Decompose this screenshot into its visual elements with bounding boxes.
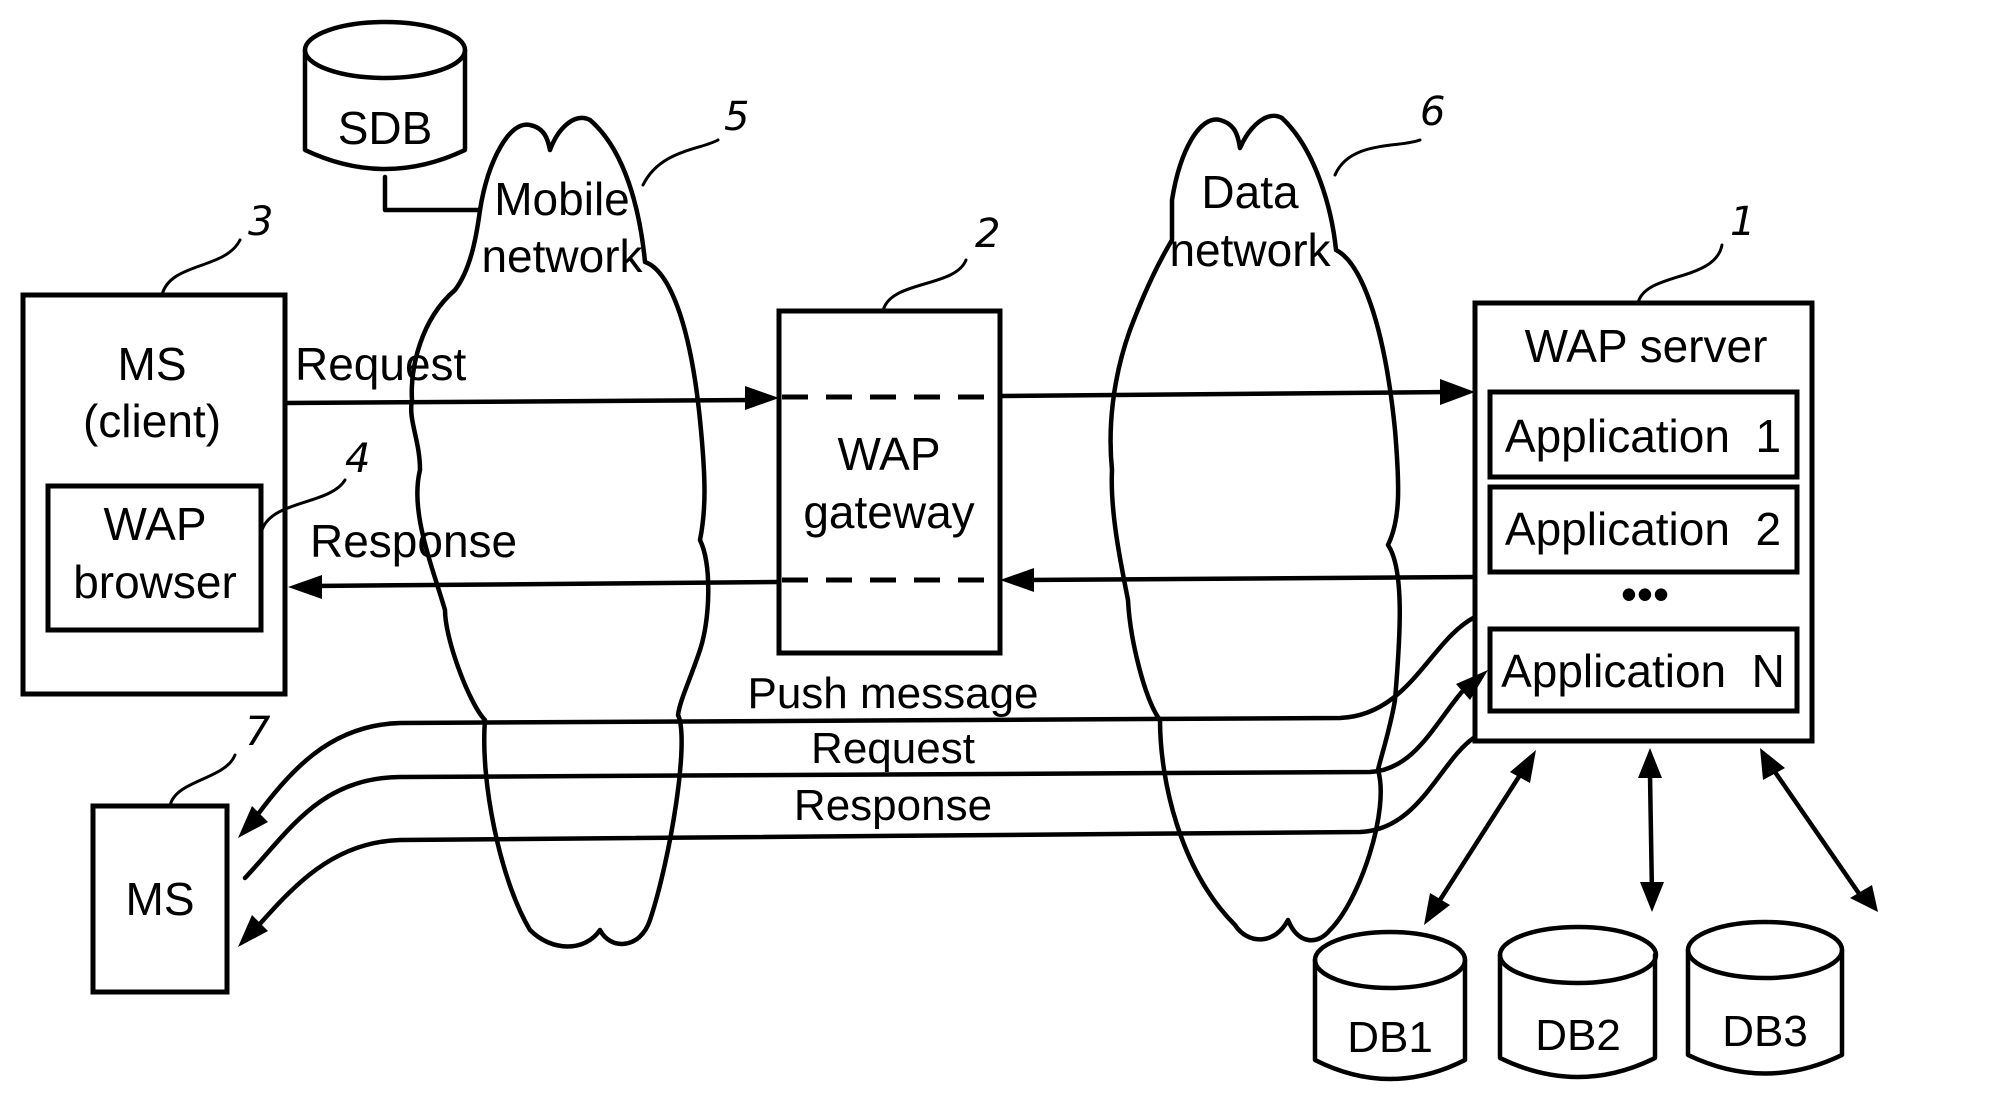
ref-leader-6 <box>1333 138 1422 177</box>
ref-leader-2 <box>881 258 968 313</box>
wap-server-box: WAP server Application 1 Application 2 •… <box>1472 199 1815 744</box>
ref-leader-3 <box>160 238 242 297</box>
db3-database: DB3 <box>1685 919 1845 1076</box>
application-1-label: Application 1 <box>1505 410 1781 462</box>
db1-label: DB1 <box>1347 1013 1433 1062</box>
db2-label: DB2 <box>1535 1011 1621 1060</box>
wap-gateway-label-1: WAP <box>837 428 940 480</box>
ref-number-7: 7 <box>245 709 271 755</box>
sdb-label: SDB <box>338 102 433 154</box>
ref-number-3: 3 <box>248 199 273 245</box>
ref-leader-5 <box>641 138 720 187</box>
push-response-label: Response <box>794 781 992 830</box>
wap-architecture-diagram: SDB Mobile network 5 Data network 6 MS (… <box>20 19 1878 1082</box>
response-label: Response <box>310 515 517 567</box>
sdb-database: SDB <box>302 19 468 172</box>
mobile-network-label-2: network <box>481 230 643 282</box>
ms-client-label-2: (client) <box>83 395 221 447</box>
ref-number-2: 2 <box>975 211 1000 257</box>
ms-push-label: MS <box>126 873 195 925</box>
wap-browser-label-2: browser <box>73 556 237 608</box>
db3-link <box>1760 748 1878 912</box>
sdb-connector <box>382 174 483 213</box>
push-message-label: Push message <box>747 669 1038 718</box>
db3-label: DB3 <box>1722 1007 1808 1056</box>
ref-leader-7 <box>168 753 237 808</box>
data-network-label-1: Data <box>1201 166 1299 218</box>
request-label: Request <box>295 338 467 390</box>
application-2-label: Application 2 <box>1505 503 1781 555</box>
wap-browser-label-1: WAP <box>103 498 206 550</box>
application-n-label: Application N <box>1501 645 1785 697</box>
wap-gateway-box: WAP gateway 2 <box>776 211 1003 656</box>
push-request-label: Request <box>811 724 975 773</box>
ellipsis-dots: ••• <box>1621 568 1669 620</box>
ref-number-5: 5 <box>724 94 749 140</box>
data-network-label-2: network <box>1169 224 1331 276</box>
wap-gateway-label-2: gateway <box>803 486 974 538</box>
ref-number-4: 4 <box>345 436 370 482</box>
ref-number-6: 6 <box>1420 89 1445 135</box>
ms-push-box: MS 7 <box>90 709 271 995</box>
db1-database: DB1 <box>1312 929 1468 1082</box>
ref-number-1: 1 <box>1730 199 1755 245</box>
ref-leader-1 <box>1636 243 1724 305</box>
data-network-cloud: Data network 6 <box>1108 89 1445 943</box>
db2-database: DB2 <box>1497 924 1659 1080</box>
db2-link <box>1638 748 1664 912</box>
mobile-network-label-1: Mobile <box>494 173 630 225</box>
ms-client-label-1: MS <box>118 338 187 390</box>
wap-server-title: WAP server <box>1525 320 1768 372</box>
